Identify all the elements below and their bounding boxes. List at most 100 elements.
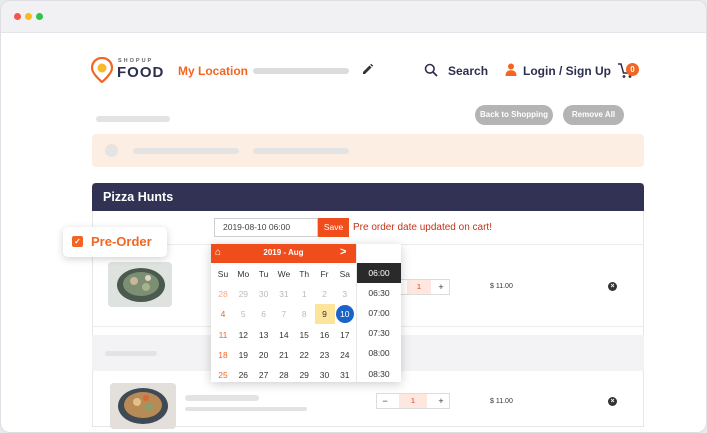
calendar-day[interactable]: 27 [254,365,274,385]
calendar-day[interactable]: 12 [233,325,253,345]
datetime-picker: ⌂ 2019 - Aug > Su Mo Tu We Th Fr Sa 28 29 30 31 1 2 3… [211,244,401,382]
weekday-label: We [277,269,291,279]
time-option[interactable]: 06:00 [357,263,401,283]
weekday-label: Fr [320,269,329,279]
skeleton-line [133,148,239,154]
edit-pencil-icon[interactable] [361,63,374,76]
calendar-day[interactable]: 28 [213,284,233,304]
food-image [108,262,172,307]
calendar-day[interactable]: 23 [315,345,335,365]
time-option[interactable]: 07:30 [357,323,401,343]
decrease-quantity-button[interactable]: − [377,394,393,408]
calendar-day[interactable]: 19 [233,345,253,365]
restaurant-header: Pizza Hunts [92,183,644,211]
search-link[interactable]: Search [448,64,488,78]
preorder-label: Pre-Order [91,234,152,249]
calendar-day[interactable]: 30 [315,365,335,385]
skeleton-line [96,116,170,122]
calendar-day[interactable]: 3 [335,284,355,304]
calendar-day[interactable]: 18 [213,345,233,365]
item-price: $ 11.00 [490,398,513,405]
calendar-day[interactable]: 31 [274,284,294,304]
calendar-grid: Su Mo Tu We Th Fr Sa 28 29 30 31 1 2 3 4 5 6 7 8 9 10 11 12 13 1… [211,264,356,385]
browser-window: SHOPUP FOOD My Location Search Login / S… [0,0,707,433]
time-list: 06:00 06:30 07:00 07:30 08:00 08:30 [356,244,401,382]
time-option[interactable]: 07:00 [357,303,401,323]
calendar-day[interactable]: 20 [254,345,274,365]
back-to-shopping-button[interactable]: Back to Shopping [475,105,553,125]
time-option[interactable]: 06:30 [357,283,401,303]
restaurant-name: Pizza Hunts [103,190,174,204]
time-option[interactable]: 08:30 [357,364,401,384]
remove-item-icon[interactable]: × [608,282,617,291]
calendar-day[interactable]: 2 [315,284,335,304]
calendar-day[interactable]: 24 [335,345,355,365]
calendar-month-label: 2019 - Aug [263,248,304,257]
preorder-toggle[interactable]: ✓ Pre-Order [63,227,167,257]
weekday-label: Th [299,269,310,279]
quantity-value[interactable]: 1 [407,280,431,294]
calendar-day[interactable]: 26 [233,365,253,385]
next-month-button[interactable]: > [340,246,346,258]
calendar-day[interactable]: 28 [274,365,294,385]
preorder-date-input[interactable]: 2019-08-10 06:00 [214,218,318,237]
calendar-day[interactable]: 13 [254,325,274,345]
weekday-label: Tu [258,269,269,279]
weekday-label: Mo [237,269,250,279]
calendar-day[interactable]: 7 [274,304,294,324]
calendar-day[interactable]: 1 [294,284,314,304]
login-signup-link[interactable]: Login / Sign Up [523,64,611,78]
logo[interactable]: SHOPUP FOOD [91,57,171,85]
skeleton-line [185,395,259,401]
calendar-day[interactable]: 16 [315,325,335,345]
quantity-stepper[interactable]: − 1 + [376,393,450,409]
search-icon[interactable] [424,63,438,77]
increase-quantity-button[interactable]: + [433,280,449,294]
calendar-day[interactable]: 14 [274,325,294,345]
calendar-day[interactable]: 4 [213,304,233,324]
time-option[interactable]: 08:00 [357,343,401,363]
notice-banner [92,134,644,167]
preorder-status-message: Pre order date updated on cart! [353,222,492,233]
user-icon[interactable] [505,63,517,76]
my-location-link[interactable]: My Location [178,64,248,78]
close-window-dot[interactable] [14,13,21,20]
checkbox-checked-icon[interactable]: ✓ [72,236,83,247]
calendar-day[interactable]: 11 [213,325,233,345]
calendar-day[interactable]: 6 [254,304,274,324]
maximize-window-dot[interactable] [36,13,43,20]
skeleton-line [185,407,307,411]
calendar-day[interactable]: 31 [335,365,355,385]
calendar-day[interactable]: 21 [274,345,294,365]
increase-quantity-button[interactable]: + [433,394,449,408]
item-price: $ 11.00 [490,283,513,290]
calendar-day[interactable]: 15 [294,325,314,345]
calendar-day[interactable]: 29 [294,365,314,385]
calendar-header: ⌂ 2019 - Aug > [211,244,356,263]
calendar-day[interactable]: 8 [294,304,314,324]
remove-all-button[interactable]: Remove All [563,105,624,125]
skeleton-line [253,148,349,154]
location-placeholder-bar [253,68,349,74]
calendar-day[interactable]: 10 [335,305,354,324]
location-pin-icon [91,57,113,83]
remove-item-icon[interactable]: × [608,397,617,406]
calendar-day[interactable]: 9 [314,304,335,325]
notice-icon [105,144,118,157]
food-image [110,383,176,429]
cart-count-badge: 0 [626,63,639,76]
weekday-label: Sa [339,269,350,279]
logo-text: FOOD [117,64,165,81]
minimize-window-dot[interactable] [25,13,32,20]
quantity-stepper[interactable]: 1 + [398,279,450,295]
weekday-label: Su [217,269,229,279]
calendar-day[interactable]: 22 [294,345,314,365]
calendar-day[interactable]: 29 [233,284,253,304]
quantity-value[interactable]: 1 [399,394,427,408]
calendar-day[interactable]: 30 [254,284,274,304]
title-bar [1,1,706,33]
calendar-day[interactable]: 25 [213,365,233,385]
save-button[interactable]: Save [318,218,349,237]
calendar-day[interactable]: 5 [233,304,253,324]
calendar-day[interactable]: 17 [335,325,355,345]
